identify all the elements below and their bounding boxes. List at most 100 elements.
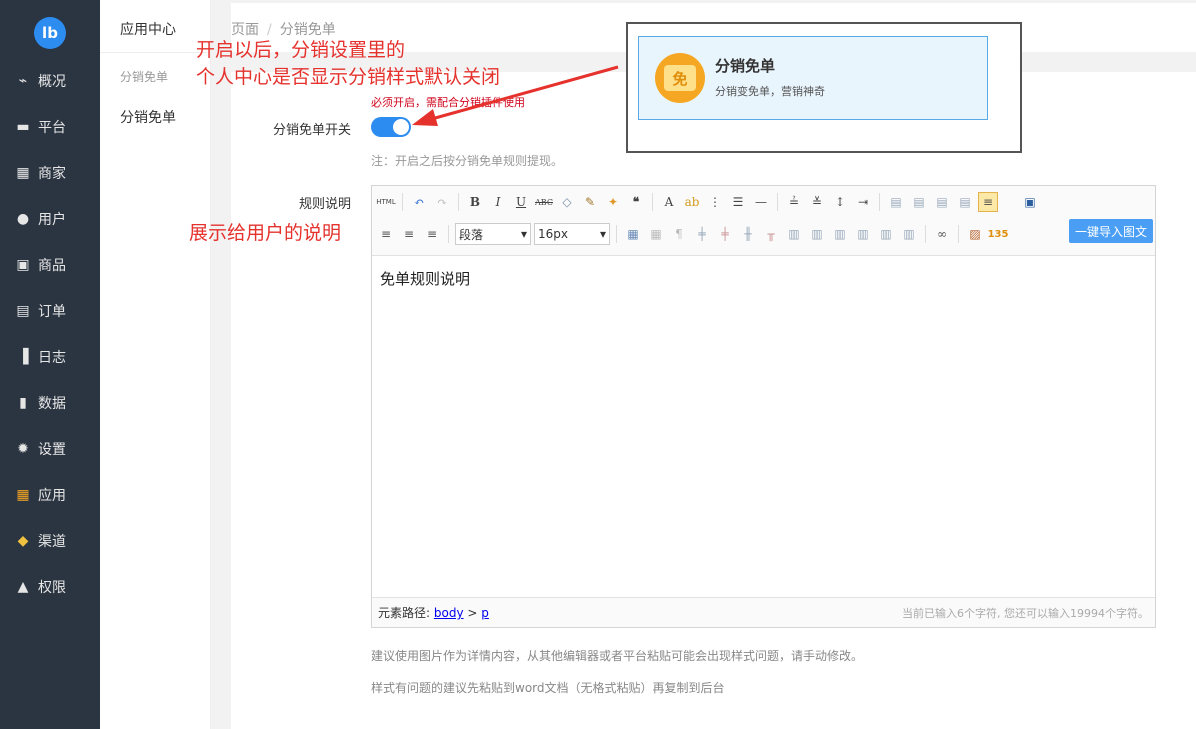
paragraph-select-value: 段落 (459, 227, 484, 242)
sidebar-item-8[interactable]: ✹ 设置 (0, 426, 100, 472)
underline-icon[interactable]: U (511, 192, 531, 212)
sidebar-item-label: 日志 (38, 350, 66, 366)
split-cols-icon[interactable]: ▥ (899, 224, 919, 244)
path-p-link[interactable]: p (481, 606, 489, 620)
sidebar-item-label: 商品 (38, 258, 66, 274)
breadcrumb: 页面 / 分销免单 (231, 19, 336, 39)
sidebar-item-label: 订单 (38, 304, 66, 320)
path-body-link[interactable]: body (434, 606, 464, 620)
delete-row-icon[interactable]: ╪ (715, 224, 735, 244)
italic-icon[interactable]: I (488, 192, 508, 212)
row-spacing-top-icon[interactable]: ≟ (784, 192, 804, 212)
help-text-1: 建议使用图片作为详情内容，从其他编辑器或者平台粘贴可能会出现样式问题，请手动修改… (371, 649, 864, 663)
sidebar-item-5[interactable]: ▤ 订单 (0, 288, 100, 334)
subsidebar-title: 应用中心 (120, 22, 176, 38)
breadcrumb-root[interactable]: 页面 (231, 22, 259, 38)
row-spacing-bottom-icon[interactable]: ≚ (807, 192, 827, 212)
chevron-down-icon: ▾ (599, 227, 606, 241)
monitor-icon: ▬ (16, 119, 30, 135)
plugin-card[interactable]: 免 分销免单 分销变免单，营销神奇 (638, 36, 988, 120)
split-cells-icon[interactable]: ▥ (853, 224, 873, 244)
float-right-icon[interactable]: ▤ (909, 192, 929, 212)
indent-icon[interactable]: ⇥ (853, 192, 873, 212)
divider (652, 193, 653, 211)
sidebar-item-7[interactable]: ▮ 数据 (0, 380, 100, 426)
paragraph-select[interactable]: 段落 ▾ (455, 223, 531, 245)
link-icon[interactable]: ∞ (932, 224, 952, 244)
divider (879, 193, 880, 211)
top-border (211, 0, 1196, 3)
switch-label: 分销免单开关 (272, 123, 351, 138)
merge-right-icon[interactable]: ▥ (807, 224, 827, 244)
font-size-select[interactable]: 16px ▾ (534, 223, 610, 245)
plugin-card-title: 分销免单 (715, 57, 776, 75)
135-editor-icon[interactable]: 135 (988, 224, 1009, 244)
editor-content[interactable]: 免单规则说明 (380, 268, 470, 289)
sidebar-item-0[interactable]: ⌁ 概况 (0, 58, 100, 104)
justify-right-icon[interactable]: ≡ (399, 224, 419, 244)
sidebar-item-10[interactable]: ◆ 渠道 (0, 518, 100, 564)
sidebar-item-3[interactable]: ● 用户 (0, 196, 100, 242)
switch-knob (393, 119, 409, 135)
justify-center-icon[interactable]: ≡ (376, 224, 396, 244)
insert-row-icon[interactable]: ╪ (692, 224, 712, 244)
sidebar-item-label: 权限 (38, 580, 66, 596)
distribution-free-order-switch[interactable] (371, 117, 411, 137)
main-sidebar: lb ⌁ 概况 ▬ 平台 ▦ 商家 ● 用户 ▣ 商品 ▤ 订单 ▐ 日志 ▮ 数据 ✹ 设置 ▦ 应用 ◆ 渠道 ▲ 权限 (0, 0, 100, 729)
rules-label: 规则说明 (298, 197, 351, 212)
html-source-icon[interactable]: HTML (376, 192, 396, 212)
sidebar-item-2[interactable]: ▦ 商家 (0, 150, 100, 196)
sidebar-item-1[interactable]: ▬ 平台 (0, 104, 100, 150)
merge-down-icon[interactable]: ▥ (830, 224, 850, 244)
element-path: 元素路径: body > p (378, 604, 489, 621)
insert-table-icon[interactable]: ▦ (623, 224, 643, 244)
toolbar-row-2: ≡ ≡ ≡ 段落 ▾ 16px ▾ ▦ ▦ ¶ ╪ ╪ ╫ ╥ ▥ ▥ ▥ ▥ ▥ … (376, 221, 1008, 247)
sidebar-item-label: 用户 (38, 212, 66, 228)
preview-icon[interactable]: ▣ (1020, 192, 1040, 212)
sidebar-item-11[interactable]: ▲ 权限 (0, 564, 100, 610)
sidebar-item-4[interactable]: ▣ 商品 (0, 242, 100, 288)
insert-col-icon[interactable]: ╫ (738, 224, 758, 244)
horizontal-rule-icon[interactable]: — (751, 192, 771, 212)
delete-table-icon[interactable]: ▦ (646, 224, 666, 244)
sidebar-item-9[interactable]: ▦ 应用 (0, 472, 100, 518)
sidebar-item-label: 概况 (38, 74, 66, 90)
image-icon[interactable]: ▨ (965, 224, 985, 244)
eraser-icon[interactable]: ◇ (557, 192, 577, 212)
app-logo[interactable]: lb (34, 17, 66, 49)
float-none-icon[interactable]: ▤ (932, 192, 952, 212)
apps-icon: ▦ (16, 487, 30, 503)
sidebar-item-label: 平台 (38, 120, 66, 136)
highlight-icon[interactable]: ab (682, 192, 702, 212)
font-color-icon[interactable]: A (659, 192, 679, 212)
delete-col-icon[interactable]: ╥ (761, 224, 781, 244)
unordered-list-icon[interactable]: ☰ (728, 192, 748, 212)
one-click-import-button[interactable]: 一键导入图文 (1069, 219, 1153, 243)
plugin-card-subtitle: 分销变免单，营销神奇 (715, 85, 825, 98)
quote-icon[interactable]: ❝ (626, 192, 646, 212)
insert-paragraph-icon[interactable]: ¶ (669, 224, 689, 244)
strikethrough-icon[interactable]: ABC (534, 192, 554, 212)
user-icon: ● (16, 211, 30, 227)
bar-chart-icon: ▮ (19, 395, 27, 411)
format-brush-icon[interactable]: ✎ (580, 192, 600, 212)
switch-note: 注：开启之后按分销免单规则提现。 (371, 154, 564, 168)
subsidebar-item-fenxiao-miandan[interactable]: 分销免单 (120, 107, 176, 127)
line-height-icon[interactable]: ↕ (830, 192, 850, 212)
help-text-2: 样式有问题的建议先粘贴到word文档（无格式粘贴）再复制到后台 (371, 681, 725, 695)
annotation-top-line1: 开启以后，分销设置里的 (196, 39, 406, 61)
bold-icon[interactable]: B (465, 192, 485, 212)
sidebar-item-6[interactable]: ▐ 日志 (0, 334, 100, 380)
redo-icon[interactable]: ↷ (432, 192, 452, 212)
split-rows-icon[interactable]: ▥ (876, 224, 896, 244)
merge-cells-icon[interactable]: ▥ (784, 224, 804, 244)
secondary-sidebar: 应用中心 分销免单 分销免单 (100, 0, 211, 729)
float-center-icon[interactable]: ▤ (955, 192, 975, 212)
justify-full-icon[interactable]: ≡ (422, 224, 442, 244)
undo-icon[interactable]: ↶ (409, 192, 429, 212)
align-left-icon[interactable]: ≡ (978, 192, 998, 212)
divider (448, 225, 449, 243)
auto-format-icon[interactable]: ✦ (603, 192, 623, 212)
float-left-icon[interactable]: ▤ (886, 192, 906, 212)
ordered-list-icon[interactable]: ⋮ (705, 192, 725, 212)
